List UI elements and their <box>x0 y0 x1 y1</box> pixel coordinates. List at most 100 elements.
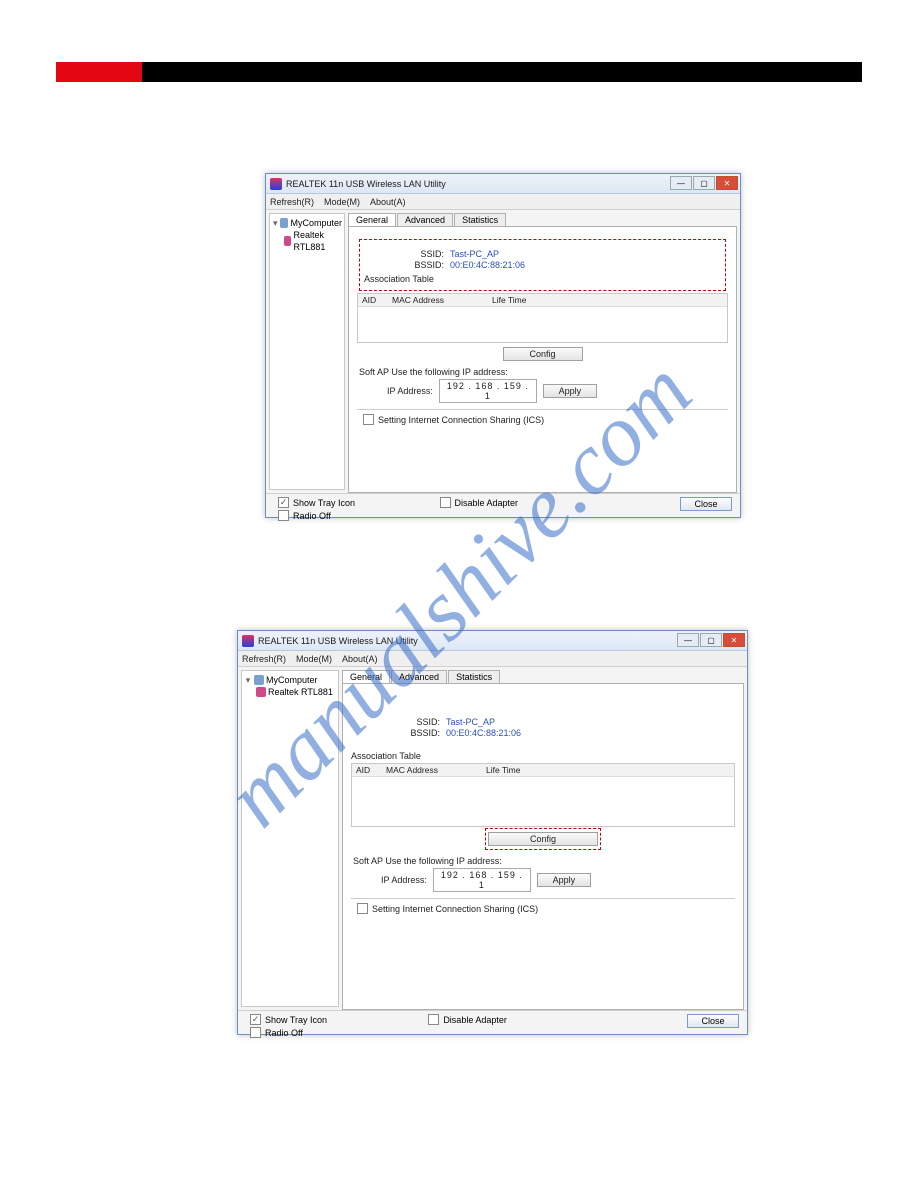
bssid-value: 00:E0:4C:88:21:06 <box>446 728 521 738</box>
tree-root-label: MyComputer <box>266 674 318 686</box>
window-footer: ✓ Show Tray Icon Radio Off Disable Adapt… <box>238 1010 747 1046</box>
menu-refresh[interactable]: Refresh(R) <box>270 197 314 207</box>
association-table: AID MAC Address Life Time <box>351 763 735 827</box>
app-window-2: REALTEK 11n USB Wireless LAN Utility — ▢… <box>237 630 748 1035</box>
highlight-ssid-area: SSID: Tast-PC_AP BSSID: 00:E0:4C:88:21:0… <box>359 239 726 291</box>
ssid-value: Tast-PC_AP <box>450 249 499 259</box>
tab-statistics[interactable]: Statistics <box>448 670 500 683</box>
menu-mode[interactable]: Mode(M) <box>324 197 360 207</box>
adapter-icon <box>284 236 291 246</box>
radio-label: Radio Off <box>293 511 331 521</box>
menu-about[interactable]: About(A) <box>370 197 406 207</box>
col-mac[interactable]: MAC Address <box>382 764 482 776</box>
tree-adapter[interactable]: Realtek RTL881 <box>272 229 342 253</box>
app-icon <box>242 635 254 647</box>
bssid-value: 00:E0:4C:88:21:06 <box>450 260 525 270</box>
ip-address-field[interactable]: 192 . 168 . 159 . 1 <box>433 868 531 892</box>
ssid-value: Tast-PC_AP <box>446 717 495 727</box>
apply-button[interactable]: Apply <box>543 384 597 398</box>
tab-advanced[interactable]: Advanced <box>391 670 447 683</box>
ssid-label: SSID: <box>391 717 446 727</box>
minimize-button[interactable]: — <box>670 176 692 190</box>
association-table-label: Association Table <box>351 751 735 761</box>
tree-adapter-label: Realtek RTL881 <box>268 686 333 698</box>
apply-button[interactable]: Apply <box>537 873 591 887</box>
col-aid[interactable]: AID <box>358 294 388 306</box>
radio-checkbox[interactable] <box>250 1027 261 1038</box>
ics-checkbox[interactable] <box>363 414 374 425</box>
ip-address-label: IP Address: <box>381 875 427 885</box>
softap-ip-title: Soft AP Use the following IP address: <box>359 367 728 377</box>
config-button[interactable]: Config <box>488 832 598 846</box>
header-red-segment <box>56 62 142 82</box>
softap-ip-title: Soft AP Use the following IP address: <box>353 856 735 866</box>
divider <box>357 409 728 410</box>
radio-checkbox[interactable] <box>278 510 289 521</box>
menubar: Refresh(R) Mode(M) About(A) <box>238 651 747 667</box>
disable-checkbox[interactable] <box>440 497 451 508</box>
tab-general[interactable]: General <box>348 213 396 226</box>
app-icon <box>270 178 282 190</box>
tray-label: Show Tray Icon <box>265 1015 327 1025</box>
tab-strip: General Advanced Statistics <box>342 670 744 683</box>
tray-checkbox[interactable]: ✓ <box>250 1014 261 1025</box>
tab-advanced[interactable]: Advanced <box>397 213 453 226</box>
tab-strip: General Advanced Statistics <box>348 213 737 226</box>
disable-label: Disable Adapter <box>443 1015 507 1025</box>
association-table: AID MAC Address Life Time <box>357 293 728 343</box>
col-mac[interactable]: MAC Address <box>388 294 488 306</box>
menu-refresh[interactable]: Refresh(R) <box>242 654 286 664</box>
device-tree: ▾ MyComputer Realtek RTL881 <box>241 670 339 1007</box>
maximize-button[interactable]: ▢ <box>693 176 715 190</box>
tree-expander-icon[interactable]: ▾ <box>244 674 252 686</box>
ics-label: Setting Internet Connection Sharing (ICS… <box>372 904 538 914</box>
window-close-button[interactable]: ✕ <box>723 633 745 647</box>
highlight-config-area: Config <box>485 828 601 850</box>
app-window-1: REALTEK 11n USB Wireless LAN Utility — ▢… <box>265 173 741 518</box>
tab-panel-general: SSID: Tast-PC_AP BSSID: 00:E0:4C:88:21:0… <box>342 683 744 1010</box>
col-life[interactable]: Life Time <box>482 764 734 776</box>
tray-checkbox[interactable]: ✓ <box>278 497 289 508</box>
maximize-button[interactable]: ▢ <box>700 633 722 647</box>
divider <box>351 898 735 899</box>
bssid-label: BSSID: <box>391 728 446 738</box>
tree-adapter[interactable]: Realtek RTL881 <box>244 686 336 698</box>
ics-checkbox[interactable] <box>357 903 368 914</box>
tray-label: Show Tray Icon <box>293 498 355 508</box>
disable-label: Disable Adapter <box>455 498 519 508</box>
tree-root[interactable]: ▾ MyComputer <box>244 674 336 686</box>
col-life[interactable]: Life Time <box>488 294 727 306</box>
window-close-button[interactable]: ✕ <box>716 176 738 190</box>
menu-mode[interactable]: Mode(M) <box>296 654 332 664</box>
tab-panel-general: SSID: Tast-PC_AP BSSID: 00:E0:4C:88:21:0… <box>348 226 737 493</box>
col-aid[interactable]: AID <box>352 764 382 776</box>
close-button[interactable]: Close <box>680 497 732 511</box>
bssid-label: BSSID: <box>404 260 450 270</box>
radio-label: Radio Off <box>265 1028 303 1038</box>
titlebar[interactable]: REALTEK 11n USB Wireless LAN Utility — ▢… <box>238 631 747 651</box>
device-tree: ▾ MyComputer Realtek RTL881 <box>269 213 345 490</box>
config-button[interactable]: Config <box>503 347 583 361</box>
ics-label: Setting Internet Connection Sharing (ICS… <box>378 415 544 425</box>
menu-about[interactable]: About(A) <box>342 654 378 664</box>
disable-checkbox[interactable] <box>428 1014 439 1025</box>
computer-icon <box>280 218 288 228</box>
header-black-bar <box>56 62 862 82</box>
ip-address-label: IP Address: <box>387 386 433 396</box>
computer-icon <box>254 675 264 685</box>
adapter-icon <box>256 687 266 697</box>
ip-address-field[interactable]: 192 . 168 . 159 . 1 <box>439 379 537 403</box>
tree-root[interactable]: ▾ MyComputer <box>272 217 342 229</box>
menubar: Refresh(R) Mode(M) About(A) <box>266 194 740 210</box>
window-title: REALTEK 11n USB Wireless LAN Utility <box>286 179 446 189</box>
titlebar[interactable]: REALTEK 11n USB Wireless LAN Utility — ▢… <box>266 174 740 194</box>
close-button[interactable]: Close <box>687 1014 739 1028</box>
association-table-label: Association Table <box>364 274 721 284</box>
tree-expander-icon[interactable]: ▾ <box>272 217 278 229</box>
minimize-button[interactable]: — <box>677 633 699 647</box>
window-footer: ✓ Show Tray Icon Radio Off Disable Adapt… <box>266 493 740 529</box>
tab-general[interactable]: General <box>342 670 390 683</box>
window-title: REALTEK 11n USB Wireless LAN Utility <box>258 636 418 646</box>
tree-adapter-label: Realtek RTL881 <box>293 229 342 253</box>
tab-statistics[interactable]: Statistics <box>454 213 506 226</box>
